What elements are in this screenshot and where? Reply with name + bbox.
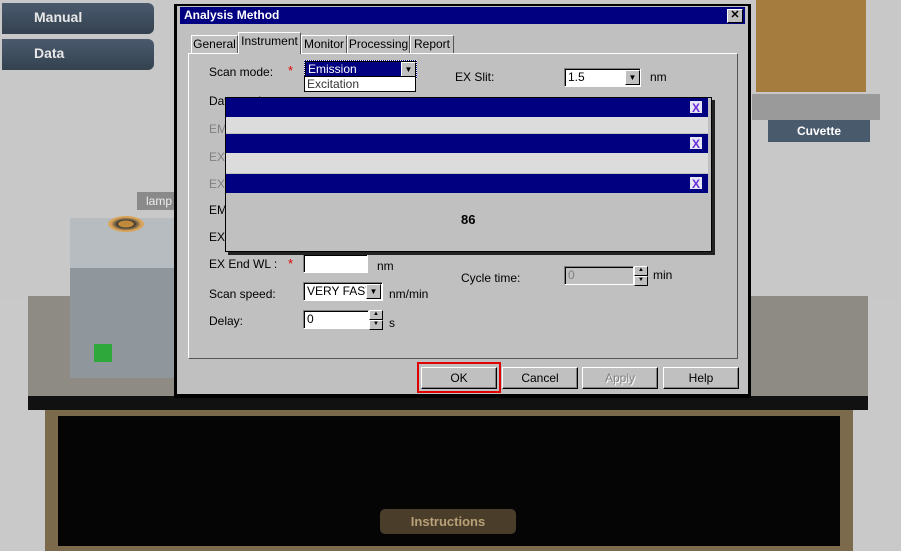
manual-button[interactable]: Manual — [2, 3, 154, 34]
popup-body — [226, 117, 708, 133]
delay-label: Delay: — [209, 314, 244, 328]
dialog-title: Analysis Method — [180, 7, 745, 24]
scan-mode-label: Scan mode: — [209, 65, 274, 79]
bench-edge — [28, 396, 868, 410]
cycle-time-input[interactable]: 0 — [564, 266, 634, 285]
popup-body — [226, 153, 708, 173]
ok-button[interactable]: OK — [421, 367, 497, 389]
scan-speed-label: Scan speed: — [209, 287, 276, 301]
cuvette-label[interactable]: Cuvette — [768, 120, 870, 142]
spin-up-icon[interactable]: ▲ — [369, 310, 383, 320]
popup-titlebar — [226, 98, 708, 117]
spin-up-icon[interactable]: ▲ — [634, 266, 648, 276]
instructions-button[interactable]: Instructions — [380, 509, 516, 534]
popup-titlebar — [226, 174, 708, 193]
close-icon[interactable]: X — [689, 100, 703, 115]
tab-processing[interactable]: Processing — [347, 35, 410, 53]
chevron-down-icon[interactable]: ▼ — [625, 70, 640, 85]
popup-titlebar — [226, 134, 708, 153]
close-icon[interactable]: X — [689, 176, 703, 191]
lamp-label: lamp — [137, 192, 177, 210]
help-button[interactable]: Help — [663, 367, 739, 389]
required-marker: * — [288, 256, 294, 271]
close-icon[interactable]: X — [689, 136, 703, 151]
power-switch-icon[interactable] — [94, 344, 112, 362]
lamp-fan-icon[interactable] — [108, 216, 144, 232]
close-icon[interactable]: ✕ — [727, 9, 743, 23]
delay-unit: s — [389, 316, 395, 330]
scan-mode-option-excitation[interactable]: Excitation — [304, 76, 416, 92]
cycle-time-label: Cycle time: — [461, 271, 521, 285]
cuvette-shelf — [752, 94, 880, 120]
cabinet — [756, 0, 866, 92]
chevron-down-icon[interactable]: ▼ — [366, 284, 381, 299]
ex-end-wl-unit: nm — [377, 259, 394, 273]
scan-speed-unit: nm/min — [389, 287, 429, 301]
spin-down-icon[interactable]: ▼ — [369, 320, 383, 330]
tab-monitor[interactable]: Monitor — [301, 35, 347, 53]
tab-report[interactable]: Report — [410, 35, 454, 53]
ex-end-wl-input[interactable] — [303, 254, 368, 273]
required-marker: * — [288, 63, 294, 78]
cancel-button[interactable]: Cancel — [502, 367, 578, 389]
chevron-down-icon[interactable]: ▼ — [401, 62, 416, 77]
delay-input[interactable]: 0 — [303, 310, 369, 329]
progress-status-text: 86 — [461, 212, 476, 227]
apply-button[interactable]: Apply — [582, 367, 658, 389]
ex-slit-unit: nm — [650, 70, 667, 84]
spin-down-icon[interactable]: ▼ — [634, 276, 648, 286]
ex-end-wl-label: EX End WL : — [209, 257, 278, 271]
cycle-time-unit: min — [653, 268, 673, 282]
ex-partial-label: EX — [209, 230, 226, 244]
ex-slit-label: EX Slit: — [455, 70, 495, 84]
tab-instrument[interactable]: Instrument — [238, 32, 301, 54]
data-button[interactable]: Data — [2, 39, 154, 70]
tab-general[interactable]: General — [191, 35, 238, 53]
